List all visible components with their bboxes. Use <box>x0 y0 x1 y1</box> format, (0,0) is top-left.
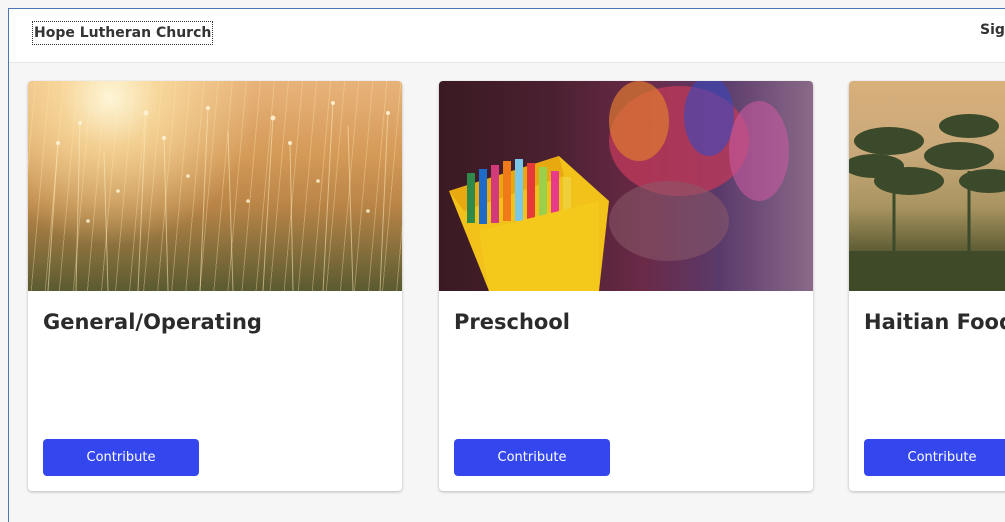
grass-field-image <box>47 100 390 292</box>
card-title: Haitian Food <box>864 310 1005 334</box>
trees-image <box>849 114 1005 291</box>
top-navbar: Hope Lutheran Church Sign In <box>9 9 1005 63</box>
app-frame: Hope Lutheran Church Sign In <box>8 8 1005 522</box>
brand-link[interactable]: Hope Lutheran Church <box>32 21 214 45</box>
contribute-button[interactable]: Contribute <box>43 439 199 476</box>
fund-card-haitian-food: Haitian Food Contribute <box>849 81 1005 491</box>
crayons-image <box>449 81 789 291</box>
fund-card-preschool: Preschool Contribute <box>439 81 813 491</box>
card-title: General/Operating <box>43 310 262 334</box>
card-image <box>439 81 813 291</box>
card-image <box>849 81 1005 291</box>
contribute-button[interactable]: Contribute <box>864 439 1005 476</box>
card-image <box>28 81 402 292</box>
sign-in-link[interactable]: Sign In <box>980 22 1005 38</box>
fund-card-general: General/Operating Contribute <box>28 81 402 491</box>
card-title: Preschool <box>454 310 570 334</box>
contribute-button[interactable]: Contribute <box>454 439 610 476</box>
